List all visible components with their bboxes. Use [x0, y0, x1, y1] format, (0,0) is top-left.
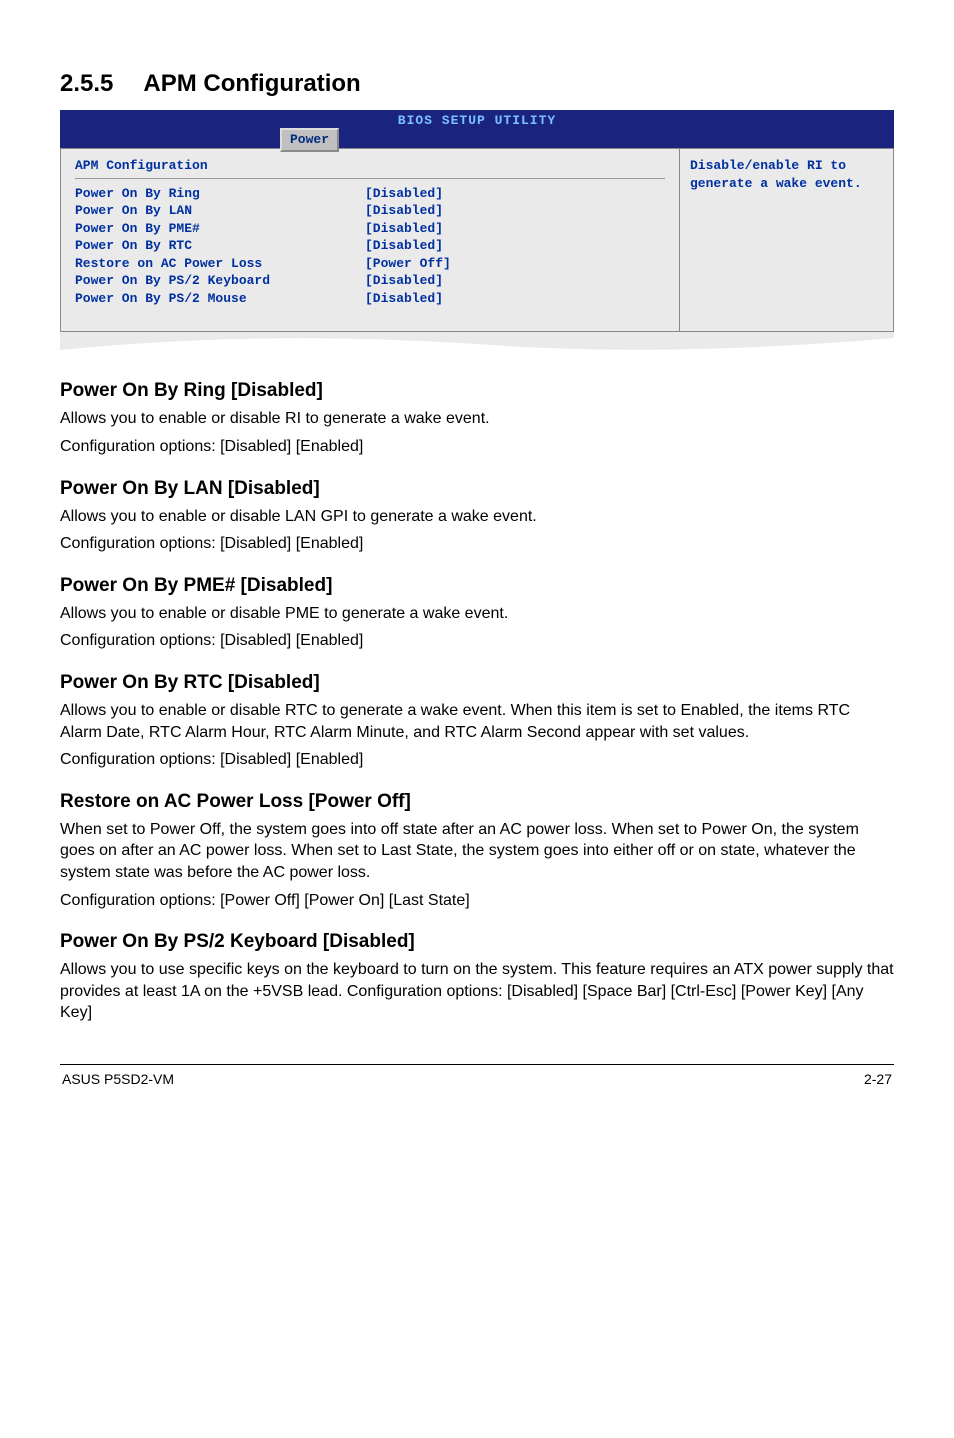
bios-setting-row: Power On By Ring[Disabled] — [75, 185, 665, 203]
body-paragraph: Configuration options: [Disabled] [Enabl… — [60, 436, 894, 458]
bios-setting-label: Power On By LAN — [75, 202, 365, 220]
bios-setting-value: [Disabled] — [365, 290, 443, 308]
bios-setting-value: [Power Off] — [365, 255, 451, 273]
footer-divider — [60, 1064, 894, 1065]
footer-left: ASUS P5SD2-VM — [62, 1071, 174, 1087]
bios-setting-row: Power On By LAN[Disabled] — [75, 202, 665, 220]
body-paragraph: Configuration options: [Disabled] [Enabl… — [60, 533, 894, 555]
page-footer: ASUS P5SD2-VM 2-27 — [60, 1071, 894, 1117]
subsection-heading: Power On By RTC [Disabled] — [60, 672, 894, 694]
body-paragraph: Configuration options: [Disabled] [Enabl… — [60, 749, 894, 771]
body-paragraph: Allows you to use specific keys on the k… — [60, 959, 894, 1024]
subsection-heading: Restore on AC Power Loss [Power Off] — [60, 791, 894, 813]
subsection-heading: Power On By Ring [Disabled] — [60, 380, 894, 402]
bios-help-panel: Disable/enable RI to generate a wake eve… — [679, 148, 894, 332]
section-heading: 2.5.5 APM Configuration — [60, 70, 894, 98]
bios-setting-row: Power On By RTC[Disabled] — [75, 237, 665, 255]
bios-header-title: BIOS SETUP UTILITY — [398, 113, 556, 128]
body-paragraph: Allows you to enable or disable LAN GPI … — [60, 506, 894, 528]
bios-setting-label: Power On By PME# — [75, 220, 365, 238]
bios-left-panel: APM Configuration Power On By Ring[Disab… — [60, 148, 679, 332]
bios-body: APM Configuration Power On By Ring[Disab… — [60, 148, 894, 332]
bios-setting-value: [Disabled] — [365, 202, 443, 220]
bios-setting-label: Restore on AC Power Loss — [75, 255, 365, 273]
bios-setting-row: Power On By PS/2 Keyboard[Disabled] — [75, 272, 665, 290]
bios-panel-title: APM Configuration — [75, 157, 665, 175]
bios-setting-row: Power On By PME#[Disabled] — [75, 220, 665, 238]
subsection-heading: Power On By PME# [Disabled] — [60, 575, 894, 597]
bios-setting-row: Restore on AC Power Loss[Power Off] — [75, 255, 665, 273]
body-paragraph: Configuration options: [Disabled] [Enabl… — [60, 630, 894, 652]
body-paragraph: Configuration options: [Power Off] [Powe… — [60, 890, 894, 912]
bios-header: BIOS SETUP UTILITY Power — [60, 110, 894, 148]
bios-setting-label: Power On By PS/2 Keyboard — [75, 272, 365, 290]
bios-screenshot: BIOS SETUP UTILITY Power APM Configurati… — [60, 110, 894, 360]
bios-setting-value: [Disabled] — [365, 237, 443, 255]
bios-setting-label: Power On By RTC — [75, 237, 365, 255]
body-paragraph: Allows you to enable or disable RI to ge… — [60, 408, 894, 430]
bios-setting-value: [Disabled] — [365, 220, 443, 238]
bios-setting-value: [Disabled] — [365, 272, 443, 290]
section-number: 2.5.5 — [60, 70, 113, 97]
footer-right: 2-27 — [864, 1071, 892, 1087]
body-paragraph: Allows you to enable or disable RTC to g… — [60, 700, 894, 743]
bios-setting-label: Power On By PS/2 Mouse — [75, 290, 365, 308]
bios-setting-value: [Disabled] — [365, 185, 443, 203]
body-paragraph: Allows you to enable or disable PME to g… — [60, 603, 894, 625]
bios-setting-label: Power On By Ring — [75, 185, 365, 203]
bios-tab-power: Power — [280, 128, 339, 152]
body-paragraph: When set to Power Off, the system goes i… — [60, 819, 894, 884]
subsection-heading: Power On By PS/2 Keyboard [Disabled] — [60, 931, 894, 953]
subsection-heading: Power On By LAN [Disabled] — [60, 478, 894, 500]
divider — [75, 178, 665, 179]
section-title-text: APM Configuration — [143, 70, 360, 97]
bios-help-text: Disable/enable RI to generate a wake eve… — [690, 157, 883, 192]
bios-setting-row: Power On By PS/2 Mouse[Disabled] — [75, 290, 665, 308]
bios-bottom-fade — [60, 332, 894, 360]
